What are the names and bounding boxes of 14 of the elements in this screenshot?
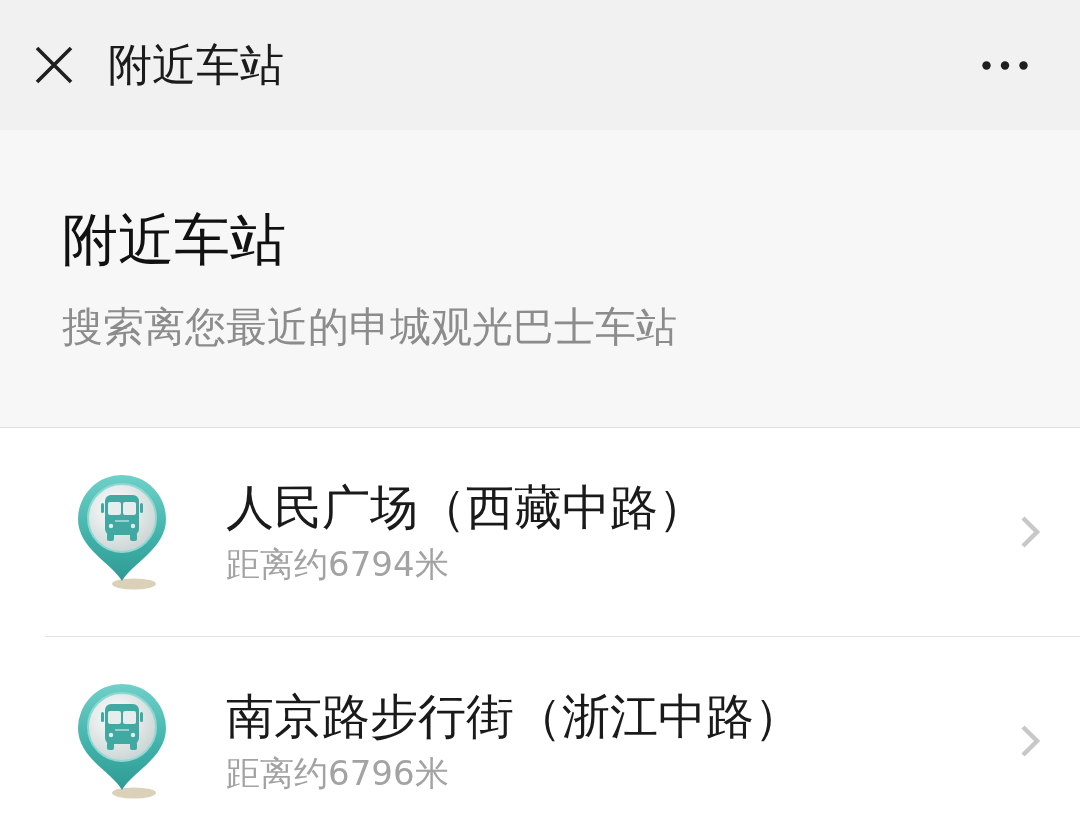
page-subtitle: 搜索离您最近的申城观光巴士车站: [62, 303, 677, 353]
close-button[interactable]: [34, 45, 74, 85]
header-title: 附近车站: [108, 38, 285, 92]
station-distance: 距离约6794米: [226, 544, 449, 586]
bus-pin-icon: [76, 473, 168, 591]
chevron-right-icon: [1020, 515, 1040, 549]
close-icon: [35, 46, 73, 84]
chevron-right-icon: [1020, 724, 1040, 758]
station-distance: 距离约6796米: [226, 753, 449, 795]
bus-pin-icon: [76, 682, 168, 800]
station-name: 南京路步行街（浙江中路）: [226, 687, 802, 746]
station-name: 人民广场（西藏中路）: [226, 478, 706, 537]
more-icon: [982, 60, 1028, 70]
page-title: 附近车站: [62, 206, 286, 274]
